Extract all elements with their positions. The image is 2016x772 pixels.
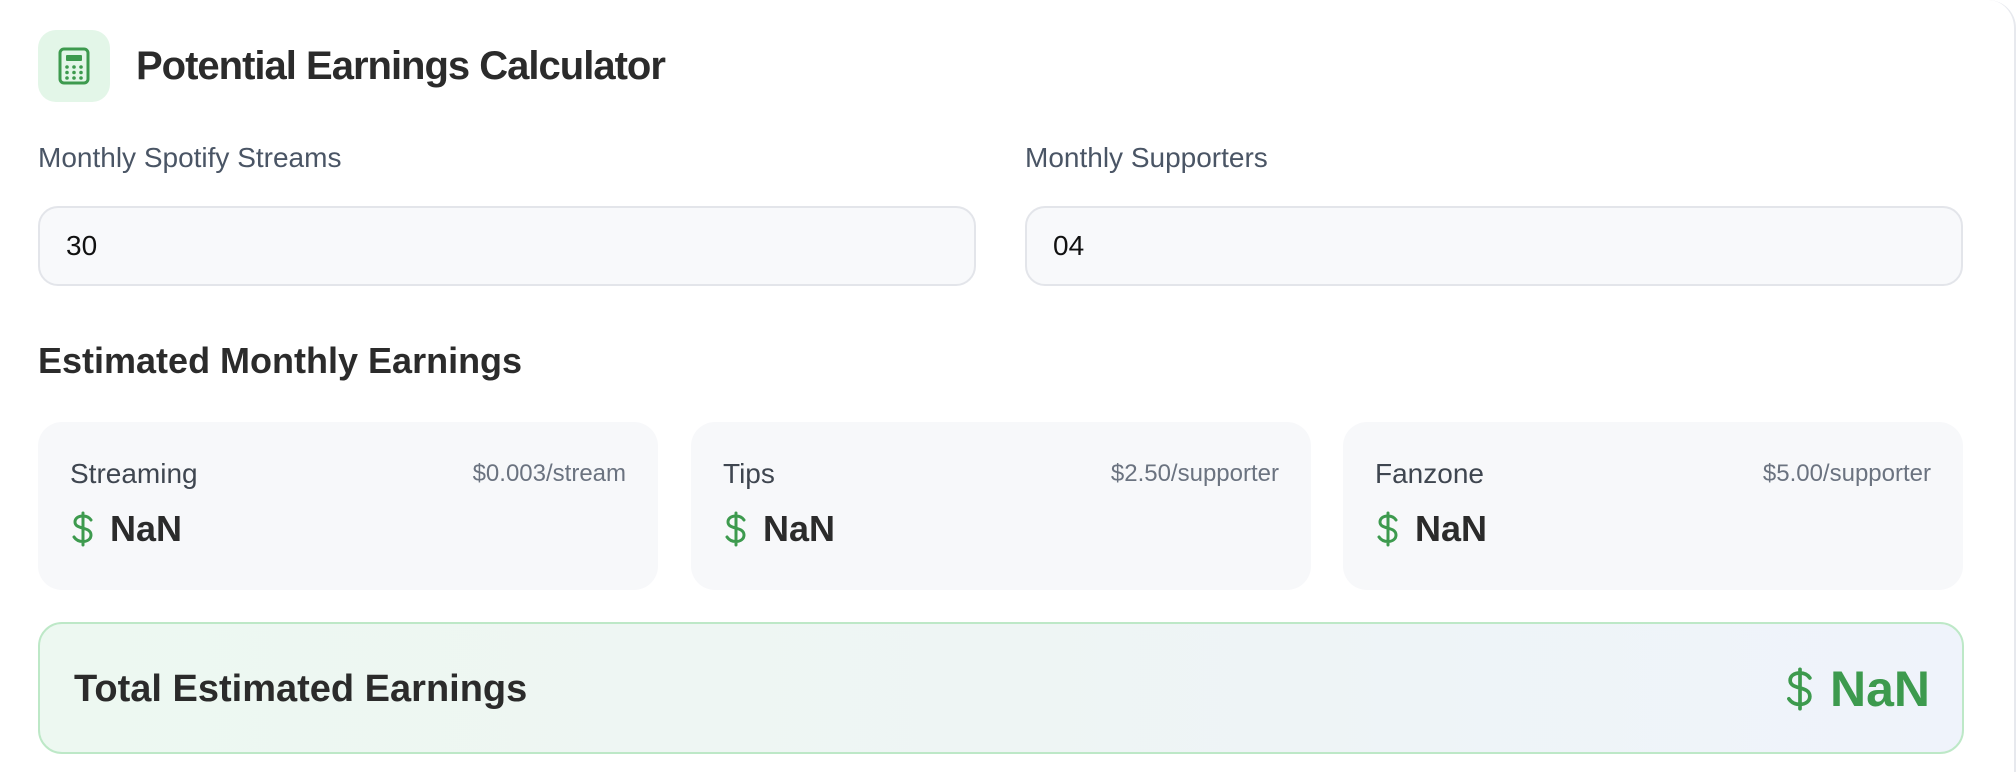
earnings-card-value: NaN [1415, 508, 1488, 549]
earnings-card-name: Streaming [70, 458, 198, 489]
supporters-input[interactable] [1025, 206, 1963, 286]
page-title: Potential Earnings Calculator [136, 43, 666, 88]
earnings-card-value: NaN [763, 508, 836, 549]
earnings-card-value-row: NaN [723, 508, 835, 550]
streams-input[interactable] [38, 206, 976, 286]
dollar-icon [1375, 511, 1401, 547]
tips-earnings-card: Tips $2.50/supporter NaN [691, 422, 1311, 590]
streams-label: Monthly Spotify Streams [38, 142, 342, 173]
calculator-icon [38, 30, 110, 102]
fanzone-earnings-card: Fanzone $5.00/supporter NaN [1343, 422, 1963, 590]
earnings-calculator-card: Potential Earnings Calculator Monthly Sp… [0, 0, 2016, 772]
dollar-icon [70, 511, 96, 547]
earnings-card-value-row: NaN [70, 508, 182, 550]
earnings-card-rate: $5.00/supporter [1762, 460, 1931, 487]
earnings-card-value-row: NaN [1375, 508, 1487, 550]
total-earnings-value-row: NaN [1784, 660, 1930, 718]
dollar-icon [723, 511, 749, 547]
earnings-card-name: Fanzone [1375, 458, 1484, 489]
earnings-card-rate: $2.50/supporter [1110, 460, 1279, 487]
total-earnings-card: Total Estimated Earnings NaN [38, 622, 1964, 754]
calculator-header: Potential Earnings Calculator [38, 30, 666, 102]
supporters-label: Monthly Supporters [1025, 142, 1268, 173]
estimates-title: Estimated Monthly Earnings [38, 340, 523, 381]
streaming-earnings-card: Streaming $0.003/stream NaN [38, 422, 658, 590]
earnings-card-rate: $0.003/stream [472, 460, 626, 487]
total-earnings-label: Total Estimated Earnings [74, 668, 528, 710]
dollar-icon [1784, 666, 1816, 712]
earnings-card-value: NaN [110, 508, 183, 549]
total-earnings-value: NaN [1829, 661, 1930, 717]
earnings-card-name: Tips [723, 458, 775, 489]
